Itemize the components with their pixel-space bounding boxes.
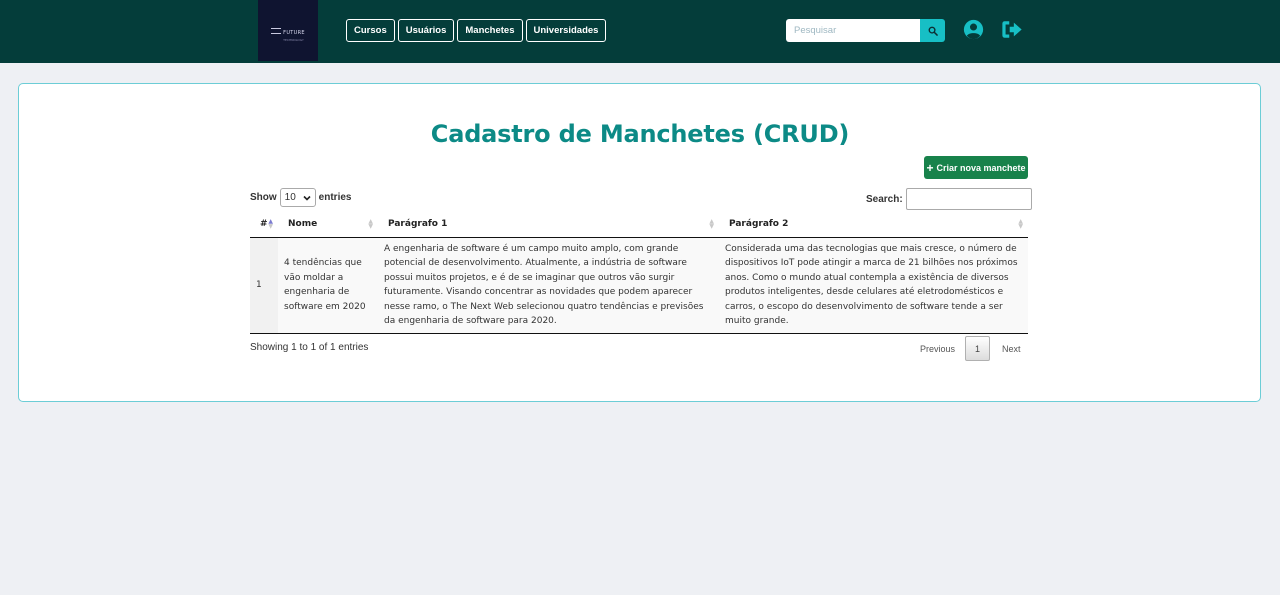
entries-select-value: 10 bbox=[284, 192, 296, 203]
pagination: Previous 1 Next bbox=[912, 336, 1029, 361]
sort-icon: ▲ ▼ bbox=[368, 218, 373, 230]
column-header-paragrafo-2[interactable]: Parágrafo 2 ▲ ▼ bbox=[719, 212, 1028, 238]
sort-asc-icon: ▲ ▼ bbox=[268, 218, 273, 230]
table-header-row: # ▲ ▼ Nome ▲ ▼ Parágrafo 1 ▲ ▼ Parágrafo 2 … bbox=[250, 212, 1028, 238]
entries-select[interactable]: 10 bbox=[279, 188, 316, 207]
user-circle-icon[interactable] bbox=[963, 19, 984, 40]
page-1-button[interactable]: 1 bbox=[965, 336, 991, 361]
brand-logo[interactable]: FUTURE TECHNOLOGY bbox=[258, 0, 318, 61]
search-button[interactable] bbox=[920, 19, 945, 42]
table-info: Showing 1 to 1 of 1 entries bbox=[250, 342, 369, 353]
nav-cursos-button[interactable]: Cursos bbox=[346, 19, 395, 42]
cell-paragrafo-2: Considerada uma das tecnologias que mais… bbox=[719, 237, 1028, 334]
create-headline-label: Criar nova manchete bbox=[936, 162, 1026, 173]
top-navbar: FUTURE TECHNOLOGY Cursos Usuários Manche… bbox=[0, 0, 1280, 63]
column-header-id-label: # bbox=[260, 219, 268, 230]
search-icon bbox=[928, 26, 938, 36]
show-label: Show bbox=[250, 192, 277, 203]
sort-icon: ▲ ▼ bbox=[1018, 218, 1023, 230]
cell-paragrafo-1: A engenharia de software é um campo muit… bbox=[378, 237, 719, 334]
table-row[interactable]: 1 4 tendências que vão moldar a engenhar… bbox=[250, 237, 1028, 334]
previous-page-button[interactable]: Previous bbox=[912, 344, 965, 354]
column-header-nome[interactable]: Nome ▲ ▼ bbox=[278, 212, 378, 238]
column-header-paragrafo-1[interactable]: Parágrafo 1 ▲ ▼ bbox=[378, 212, 719, 238]
logo-lines-icon bbox=[271, 27, 282, 34]
logo-subtext: TECHNOLOGY bbox=[283, 38, 304, 42]
nav-manchetes-button[interactable]: Manchetes bbox=[457, 19, 523, 42]
page-title: Cadastro de Manchetes (CRUD) bbox=[430, 120, 850, 148]
column-header-paragrafo-1-label: Parágrafo 1 bbox=[388, 219, 448, 230]
logo-mark: FUTURE TECHNOLOGY bbox=[271, 19, 305, 42]
nav-usuarios-button[interactable]: Usuários bbox=[397, 19, 455, 42]
column-header-paragrafo-2-label: Parágrafo 2 bbox=[729, 219, 789, 230]
table-search-input[interactable] bbox=[905, 188, 1032, 210]
entries-label: entries bbox=[318, 192, 352, 203]
search-input[interactable] bbox=[786, 19, 920, 42]
column-header-nome-label: Nome bbox=[288, 219, 318, 230]
cell-id: 1 bbox=[250, 237, 278, 334]
nav-universidades-button[interactable]: Universidades bbox=[525, 19, 607, 42]
sort-icon: ▲ ▼ bbox=[709, 218, 714, 230]
create-headline-button[interactable]: + Criar nova manchete bbox=[924, 156, 1028, 179]
sign-out-icon[interactable] bbox=[1001, 19, 1023, 40]
chevron-down-icon bbox=[303, 195, 311, 201]
table-search-label: Search: bbox=[866, 193, 903, 205]
entries-length-control: Show 10 entries bbox=[250, 188, 351, 207]
table-search-control: Search: bbox=[866, 188, 1032, 210]
logo-text: FUTURE bbox=[283, 30, 305, 36]
column-header-id[interactable]: # ▲ ▼ bbox=[250, 212, 278, 238]
headlines-table: # ▲ ▼ Nome ▲ ▼ Parágrafo 1 ▲ ▼ Parágrafo 2 … bbox=[250, 212, 1028, 334]
nav-links: Cursos Usuários Manchetes Universidades bbox=[346, 19, 607, 42]
cell-nome: 4 tendências que vão moldar a engenharia… bbox=[278, 237, 378, 334]
next-page-button[interactable]: Next bbox=[990, 344, 1029, 354]
plus-icon: + bbox=[926, 160, 934, 175]
